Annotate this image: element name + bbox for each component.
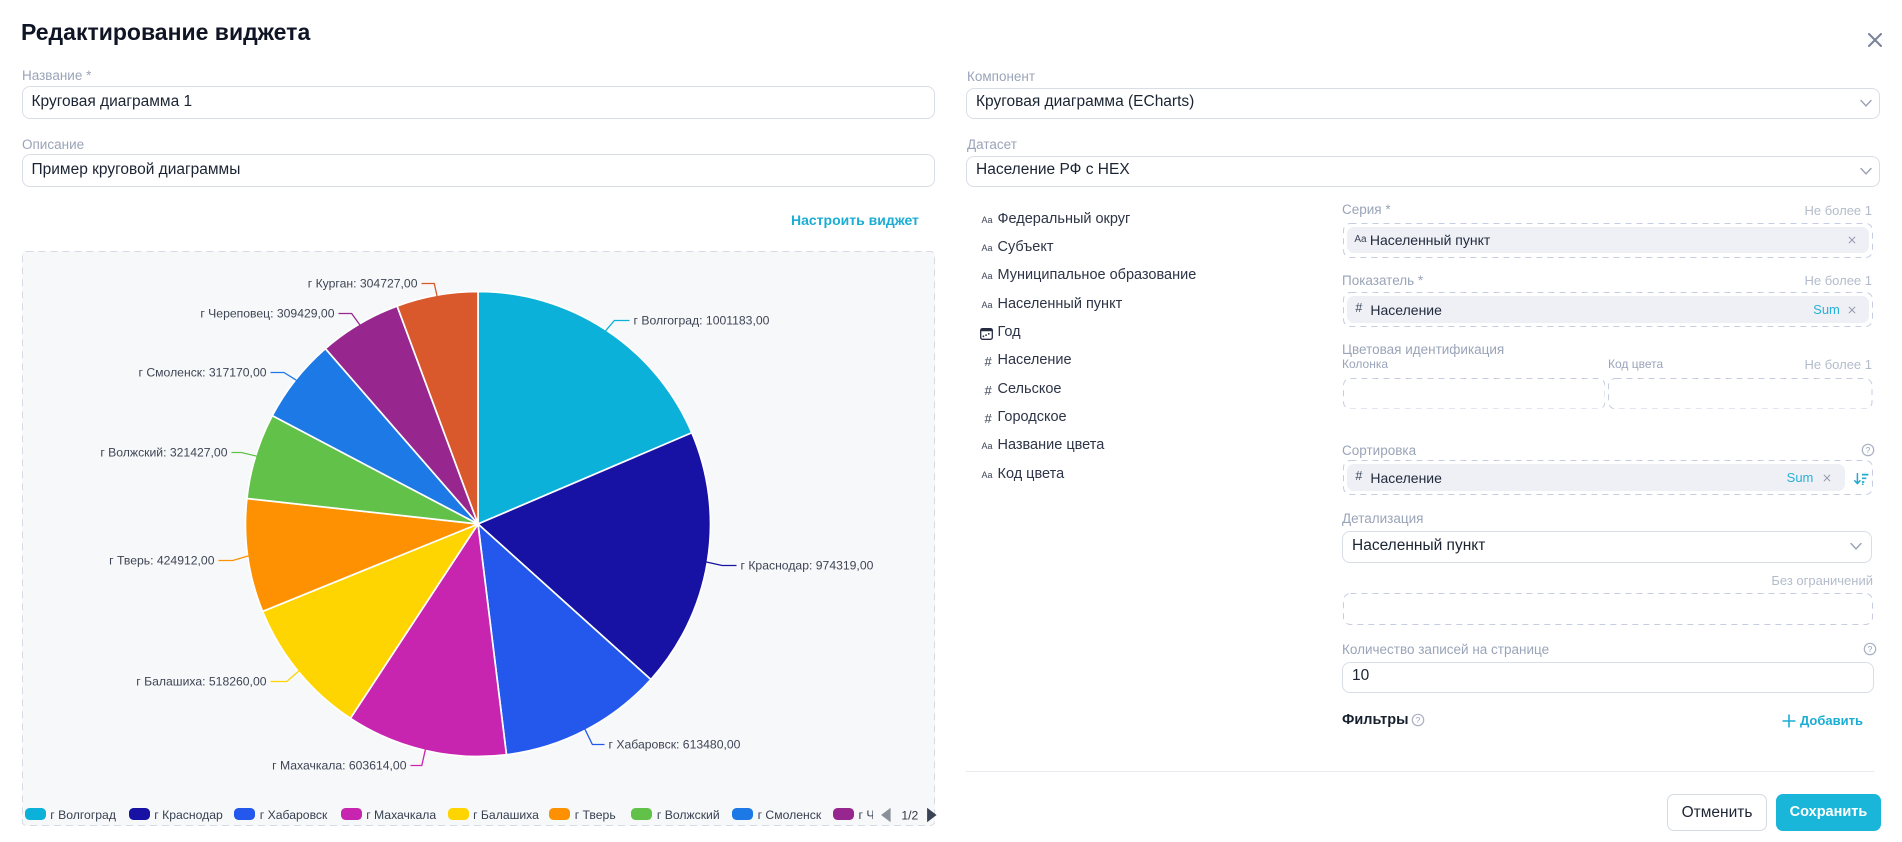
svg-text:1/2: 1/2 [901,808,918,822]
svg-text:?: ? [1868,644,1873,654]
svg-text:?: ? [1416,715,1421,725]
svg-text:?: ? [1865,444,1870,454]
